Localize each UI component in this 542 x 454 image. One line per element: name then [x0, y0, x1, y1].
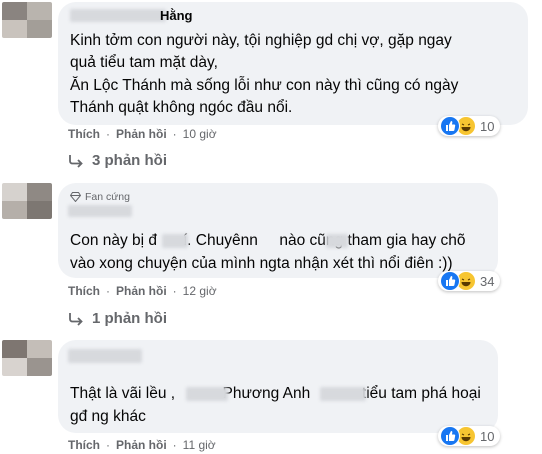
- reaction-summary[interactable]: 10: [438, 116, 501, 136]
- comment-text-line: vào xong chuyện của mình ngta nhận xét t…: [70, 255, 453, 272]
- reply-arrow-icon: [69, 312, 83, 326]
- reaction-count: 34: [480, 273, 495, 289]
- text-redaction: [162, 234, 188, 248]
- comment-text-line: quả tiểu tam mặt dày,: [70, 54, 218, 71]
- fan-badge: Fan cứng: [70, 191, 130, 203]
- comment-time[interactable]: 11 giờ: [183, 438, 216, 452]
- author-name[interactable]: Hằng: [160, 8, 193, 24]
- reaction-summary[interactable]: 34: [438, 271, 501, 291]
- comment-actions: Thích · Phản hồi · 12 giờ: [68, 284, 217, 298]
- comment-bubble: Thật là vãi lều , Phương Anh tiểu tam ph…: [58, 340, 498, 433]
- separator-dot: ·: [172, 284, 177, 298]
- comment-time[interactable]: 10 giờ: [183, 127, 217, 141]
- reply-link[interactable]: Phản hồi: [116, 284, 167, 298]
- view-replies-link[interactable]: 3 phản hồi: [68, 152, 167, 169]
- comment-actions: Thích · Phản hồi · 10 giờ: [68, 127, 217, 141]
- comment-text-line: Thánh quật không ngóc đầu nổi.: [70, 99, 293, 116]
- author-name-redacted: [68, 349, 142, 363]
- like-link[interactable]: Thích: [68, 284, 100, 298]
- comment-actions: Thích · Phản hồi · 11 giờ: [68, 438, 216, 452]
- like-reaction-icon: [440, 426, 460, 446]
- badge-label: Fan cứng: [85, 191, 130, 203]
- like-link[interactable]: Thích: [68, 127, 100, 141]
- like-reaction-icon: [440, 116, 460, 136]
- separator-dot: ·: [172, 127, 177, 141]
- author-name-redacted: [68, 205, 132, 217]
- like-link[interactable]: Thích: [68, 438, 100, 452]
- diamond-icon: [70, 192, 81, 202]
- separator-dot: ·: [106, 127, 110, 141]
- text-redaction: [320, 387, 366, 401]
- replies-count-label[interactable]: 3 phản hồi: [92, 152, 167, 169]
- text-redaction: [326, 234, 348, 248]
- separator-dot: ·: [106, 438, 110, 452]
- reaction-count: 10: [480, 428, 495, 444]
- comment-text-line: Ăn Lộc Thánh mà sống lỗi như con này thì…: [70, 77, 459, 94]
- separator-dot: ·: [172, 438, 177, 452]
- comment-text-line: Thật là vãi lều , Phương Anh tiểu tam ph…: [70, 385, 481, 402]
- avatar[interactable]: [2, 340, 52, 376]
- author-name-redacted: [70, 9, 166, 22]
- replies-count-label[interactable]: 1 phản hồi: [92, 310, 167, 327]
- avatar[interactable]: [2, 183, 52, 219]
- reaction-summary[interactable]: 10: [438, 426, 501, 446]
- reply-link[interactable]: Phản hồi: [116, 438, 167, 452]
- comment-bubble: Fan cứng Con này bị đ í. Chuyênn nào cũn…: [58, 183, 498, 278]
- reaction-count: 10: [480, 118, 495, 134]
- view-replies-link[interactable]: 1 phản hồi: [68, 310, 167, 327]
- reply-link[interactable]: Phản hồi: [116, 127, 167, 141]
- comment-text-line: gđ ng khác: [70, 408, 146, 425]
- separator-dot: ·: [106, 284, 110, 298]
- comment-text-line: Con này bị đ í. Chuyênn nào cũng tham gi…: [70, 232, 466, 249]
- comment-bubble: Hằng Kinh tởm con người này, tội nghiệp …: [58, 2, 528, 125]
- comment-text-line: Kinh tởm con người này, tội nghiệp gd ch…: [70, 32, 452, 49]
- comment-time[interactable]: 12 giờ: [183, 284, 217, 298]
- avatar[interactable]: [2, 2, 52, 38]
- text-redaction: [186, 387, 228, 401]
- like-reaction-icon: [440, 271, 460, 291]
- reply-arrow-icon: [69, 154, 83, 168]
